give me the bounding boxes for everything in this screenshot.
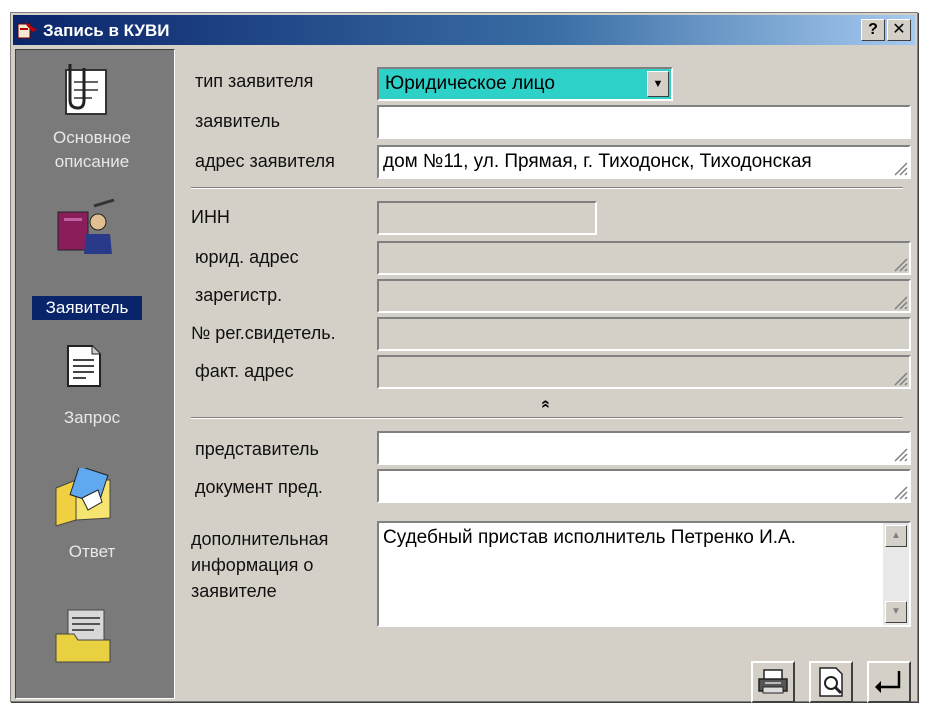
resize-grip-icon	[894, 486, 908, 500]
preview-icon	[819, 667, 843, 697]
rep-document-label: документ пред.	[195, 477, 323, 497]
inn-label: ИНН	[191, 207, 230, 227]
registered-field[interactable]	[377, 279, 911, 313]
document-clip-icon	[65, 64, 107, 115]
reg-certificate-label: № рег.свидетель.	[191, 323, 336, 343]
request-document-icon	[67, 345, 101, 387]
vertical-scrollbar[interactable]: ▲ ▼	[883, 523, 909, 625]
applicant-field[interactable]: Тиходонский отдел Федеральной службы суд…	[377, 105, 911, 139]
enter-icon	[875, 671, 901, 693]
extra-info-label: дополнительная	[191, 529, 329, 549]
kuvi-entry-window: Запись в КУВИ ? ✕ Основное описание Заяв…	[10, 12, 918, 703]
sidebar: Основное описание Заявитель Запрос Ответ	[15, 49, 175, 699]
rep-document-field[interactable]	[377, 469, 911, 503]
scroll-down-icon[interactable]: ▼	[885, 601, 907, 623]
window-title: Запись в КУВИ	[43, 21, 170, 40]
applicant-address-value: дом №11, ул. Прямая, г. Тиходонск, Тиход…	[383, 151, 812, 172]
print-button[interactable]	[751, 661, 795, 703]
applicant-type-select[interactable]: Юридическое лицо ▼	[377, 67, 673, 101]
separator	[191, 417, 903, 419]
printer-icon	[758, 669, 788, 694]
resize-grip-icon	[894, 258, 908, 272]
inn-field[interactable]	[377, 201, 597, 235]
title-bar[interactable]: Запись в КУВИ ? ✕	[13, 15, 915, 45]
sidebar-item-label: Ответ	[68, 542, 116, 561]
app-icon	[17, 22, 37, 39]
applicant-type-value: Юридическое лицо	[385, 73, 555, 94]
legal-address-field[interactable]	[377, 241, 911, 275]
applicant-label: заявитель	[195, 111, 280, 131]
sidebar-item-label: Запрос	[63, 408, 121, 427]
extra-info-value: Судебный пристав исполнитель Петренко И.…	[383, 527, 796, 548]
reply-folder-icon	[55, 468, 111, 527]
applicant-address-field[interactable]: дом №11, ул. Прямая, г. Тиходонск, Тиход…	[377, 145, 911, 179]
extra-info-textarea[interactable]: Судебный пристав исполнитель Петренко И.…	[377, 521, 911, 627]
legal-address-label: юрид. адрес	[195, 247, 299, 267]
applicant-address-label: адрес заявителя	[195, 151, 335, 171]
representative-label: представитель	[195, 439, 319, 459]
applicant-icon	[57, 198, 115, 254]
enter-button[interactable]	[867, 661, 911, 703]
sidebar-item-label: описание	[54, 152, 130, 171]
resize-grip-icon	[894, 296, 908, 310]
reg-certificate-field[interactable]	[377, 317, 911, 351]
resize-grip-icon	[894, 448, 908, 462]
help-button[interactable]: ?	[861, 19, 885, 41]
resize-grip-icon	[894, 162, 908, 176]
applicant-type-label: тип заявителя	[195, 71, 314, 91]
collapse-section-button[interactable]: »	[536, 400, 554, 409]
extra-info-label: информация о	[191, 555, 314, 575]
actual-address-field[interactable]	[377, 355, 911, 389]
actual-address-label: факт. адрес	[195, 361, 294, 381]
extra-info-label: заявителе	[191, 581, 277, 601]
close-button[interactable]: ✕	[887, 19, 911, 41]
resize-grip-icon	[894, 372, 908, 386]
chevron-down-icon[interactable]: ▼	[647, 71, 669, 97]
sidebar-item-label: Заявитель	[32, 296, 142, 320]
preview-button[interactable]	[809, 661, 853, 703]
registered-label: зарегистр.	[195, 285, 283, 305]
separator	[191, 187, 903, 189]
scroll-up-icon[interactable]: ▲	[885, 525, 907, 547]
form-panel: тип заявителя Юридическое лицо ▼ заявите…	[179, 49, 913, 703]
sidebar-item-label: Основное	[53, 128, 131, 147]
representative-field[interactable]	[377, 431, 911, 465]
archive-folder-icon	[55, 609, 111, 663]
resize-grip-icon	[894, 122, 908, 136]
applicant-value: Тиходонский отдел Федеральной службы суд…	[383, 111, 816, 132]
